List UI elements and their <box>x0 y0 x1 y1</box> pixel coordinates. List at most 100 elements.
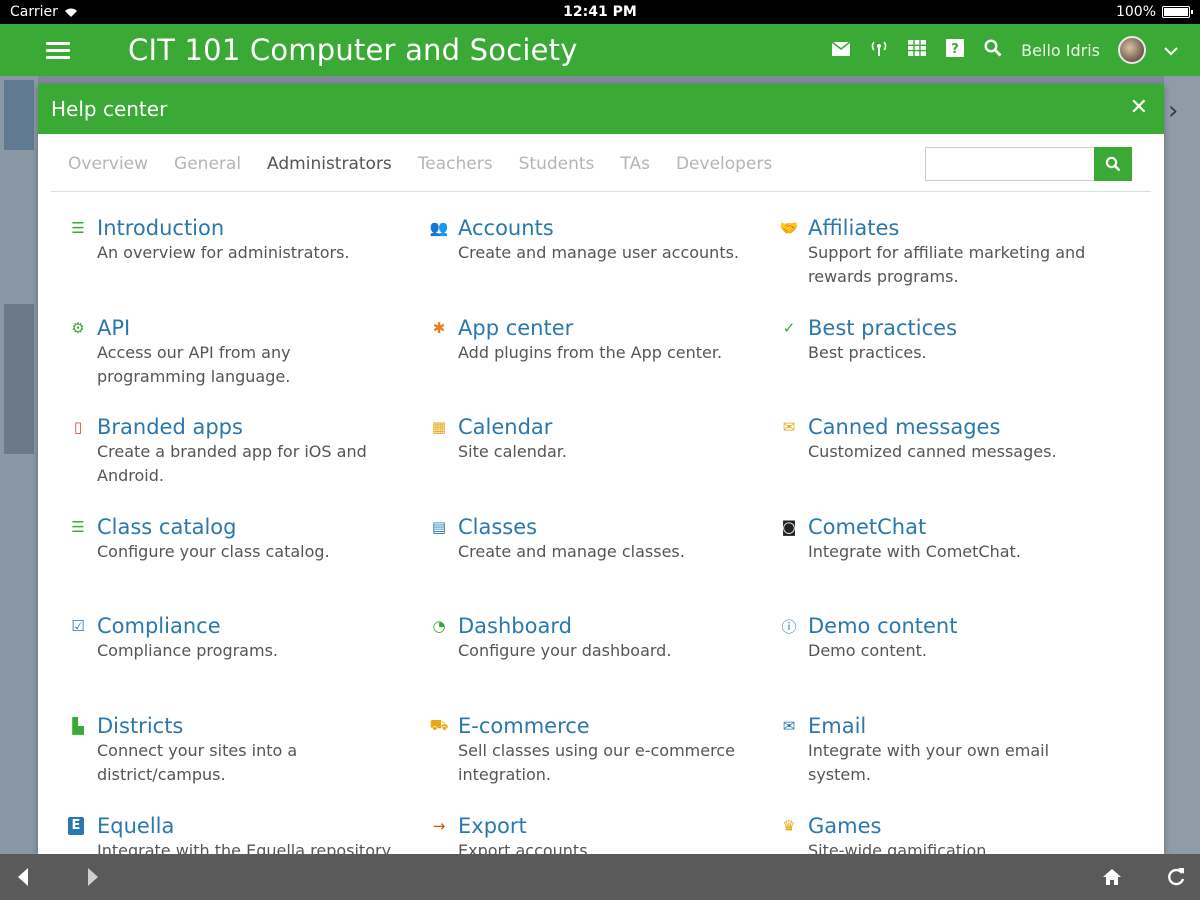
help-topic-title[interactable]: Class catalog <box>97 515 236 539</box>
help-topic[interactable]: ▯ Branded apps Create a branded app for iO… <box>68 415 398 488</box>
help-topic-link[interactable]: ☰ Introduction <box>68 216 398 240</box>
help-topic-link[interactable]: ⛟ E-commerce <box>429 714 759 738</box>
modal-title: Help center <box>51 97 168 121</box>
help-topic-title[interactable]: Branded apps <box>97 415 243 439</box>
help-topic-title[interactable]: Classes <box>458 515 537 539</box>
tab-developers[interactable]: Developers <box>676 154 772 174</box>
avatar[interactable] <box>1118 36 1146 64</box>
help-topic[interactable]: ✓ Best practices Best practices. <box>779 316 1109 365</box>
help-topic-title[interactable]: Dashboard <box>458 614 572 638</box>
tab-tas[interactable]: TAs <box>620 154 650 174</box>
help-topic-description: Demo content. <box>808 641 927 661</box>
help-topic-title[interactable]: CometChat <box>808 515 926 539</box>
help-topic[interactable]: ☑ Compliance Compliance programs. <box>68 614 398 663</box>
help-topic-link[interactable]: ◔ Dashboard <box>429 614 759 638</box>
back-arrow-icon[interactable] <box>16 854 30 900</box>
help-topic-link[interactable]: ⓘ Demo content <box>779 614 1109 638</box>
help-topic-title[interactable]: Games <box>808 814 881 838</box>
help-topic[interactable]: ▦ Calendar Site calendar. <box>429 415 759 464</box>
help-topic[interactable]: ☰ Class catalog Configure your class catal… <box>68 515 398 564</box>
districts-icon: ▙ <box>72 717 84 735</box>
help-topic[interactable]: ☰ Introduction An overview for administrat… <box>68 216 398 265</box>
trophy-icon: ♛ <box>782 816 796 835</box>
help-icon[interactable]: ? <box>945 38 965 62</box>
help-topic[interactable]: ⓘ Demo content Demo content. <box>779 614 1109 663</box>
help-topic-title[interactable]: Demo content <box>808 614 957 638</box>
tab-overview[interactable]: Overview <box>68 154 148 174</box>
help-topic-link[interactable]: ⚙ API <box>68 316 398 340</box>
help-topic[interactable]: ✉ Canned messages Customized canned messag… <box>779 415 1109 464</box>
help-topic-link[interactable]: 🤝 Affiliates <box>779 216 1109 240</box>
help-topic-link[interactable]: ▤ Classes <box>429 515 759 539</box>
help-topic-link[interactable]: ✱ App center <box>429 316 759 340</box>
help-topic[interactable]: ▙ Districts Connect your sites into a dist… <box>68 714 398 787</box>
bottom-toolbar <box>0 854 1200 900</box>
help-topic-description: Sell classes using our e-commerce integr… <box>458 741 735 784</box>
help-topic-description: Integrate with the Equella repository. <box>97 840 394 854</box>
chevron-right-icon[interactable]: › <box>1168 96 1178 126</box>
help-search-input[interactable] <box>925 147 1094 181</box>
help-topic-link[interactable]: ♛ Games <box>779 814 1109 838</box>
help-topic-title[interactable]: Compliance <box>97 614 221 638</box>
help-topic-title[interactable]: Equella <box>97 814 174 838</box>
forward-arrow-icon[interactable] <box>86 854 100 900</box>
help-topic-link[interactable]: ✉ Email <box>779 714 1109 738</box>
help-topic-title[interactable]: API <box>97 316 130 340</box>
help-topic[interactable]: ▤ Classes Create and manage classes. <box>429 515 759 564</box>
help-topic-title[interactable]: Districts <box>97 714 183 738</box>
help-topic[interactable]: ✉ Email Integrate with your own email syst… <box>779 714 1109 787</box>
help-topic-title[interactable]: Export <box>458 814 527 838</box>
help-topic[interactable]: ♛ Games Site-wide gamification. <box>779 814 1109 854</box>
menu-icon[interactable] <box>46 38 70 63</box>
help-topic-title[interactable]: Email <box>808 714 866 738</box>
help-topic-link[interactable]: ▦ Calendar <box>429 415 759 439</box>
chevron-down-icon[interactable] <box>1164 41 1178 60</box>
tab-general[interactable]: General <box>174 154 241 174</box>
help-topic-title[interactable]: Calendar <box>458 415 552 439</box>
modal-header: Help center ✕ <box>38 84 1164 134</box>
help-topic-title[interactable]: Best practices <box>808 316 957 340</box>
help-topic-link[interactable]: ✉ Canned messages <box>779 415 1109 439</box>
close-icon[interactable]: ✕ <box>1130 97 1148 119</box>
search-button[interactable] <box>1094 147 1132 181</box>
equella-icon: E <box>68 816 84 835</box>
tab-teachers[interactable]: Teachers <box>418 154 493 174</box>
broadcast-icon[interactable] <box>869 40 889 61</box>
tab-administrators[interactable]: Administrators <box>267 154 392 174</box>
mail-icon[interactable] <box>831 40 851 61</box>
mobile-icon: ▯ <box>73 418 83 437</box>
help-topic[interactable]: E Equella Integrate with the Equella repos… <box>68 814 398 854</box>
help-topic[interactable]: ⛟ E-commerce Sell classes using our e-comm… <box>429 714 759 787</box>
help-topic[interactable]: 🤝 Affiliates Support for affiliate marketi… <box>779 216 1109 289</box>
help-topic[interactable]: ◔ Dashboard Configure your dashboard. <box>429 614 759 663</box>
home-icon[interactable] <box>1102 854 1122 900</box>
help-topic[interactable]: ⚙ API Access our API from any programming … <box>68 316 398 389</box>
help-topic-link[interactable]: → Export <box>429 814 759 838</box>
envelope-icon: ✉ <box>782 717 796 735</box>
help-topic[interactable]: ◙ CometChat Integrate with CometChat. <box>779 515 1109 564</box>
help-topic-link[interactable]: ◙ CometChat <box>779 515 1109 539</box>
refresh-icon[interactable] <box>1166 854 1186 900</box>
tab-students[interactable]: Students <box>519 154 595 174</box>
help-topic-link[interactable]: ☰ Class catalog <box>68 515 398 539</box>
help-topic[interactable]: 👥 Accounts Create and manage user accounts… <box>429 216 759 265</box>
help-topic-link[interactable]: ✓ Best practices <box>779 316 1109 340</box>
help-topic-link[interactable]: 👥 Accounts <box>429 216 759 240</box>
help-topic[interactable]: → Export Export accounts. <box>429 814 759 854</box>
help-topic-title[interactable]: Introduction <box>97 216 224 240</box>
help-topic-title[interactable]: Accounts <box>458 216 554 240</box>
help-topic[interactable]: ✱ App center Add plugins from the App cent… <box>429 316 759 365</box>
help-topic-link[interactable]: ☑ Compliance <box>68 614 398 638</box>
help-topic-title[interactable]: App center <box>458 316 573 340</box>
user-name[interactable]: Bello Idris <box>1021 41 1100 60</box>
search-icon[interactable] <box>983 38 1003 62</box>
help-topic-title[interactable]: Affiliates <box>808 216 899 240</box>
help-topic-link[interactable]: ▯ Branded apps <box>68 415 398 439</box>
help-topic-title[interactable]: Canned messages <box>808 415 1000 439</box>
help-topic-title[interactable]: E-commerce <box>458 714 590 738</box>
help-topic-link[interactable]: ▙ Districts <box>68 714 398 738</box>
arrow-right-icon: → <box>432 816 446 835</box>
help-topic-link[interactable]: E Equella <box>68 814 398 838</box>
puzzle-icon: ✱ <box>432 318 446 337</box>
grid-icon[interactable] <box>907 39 927 61</box>
